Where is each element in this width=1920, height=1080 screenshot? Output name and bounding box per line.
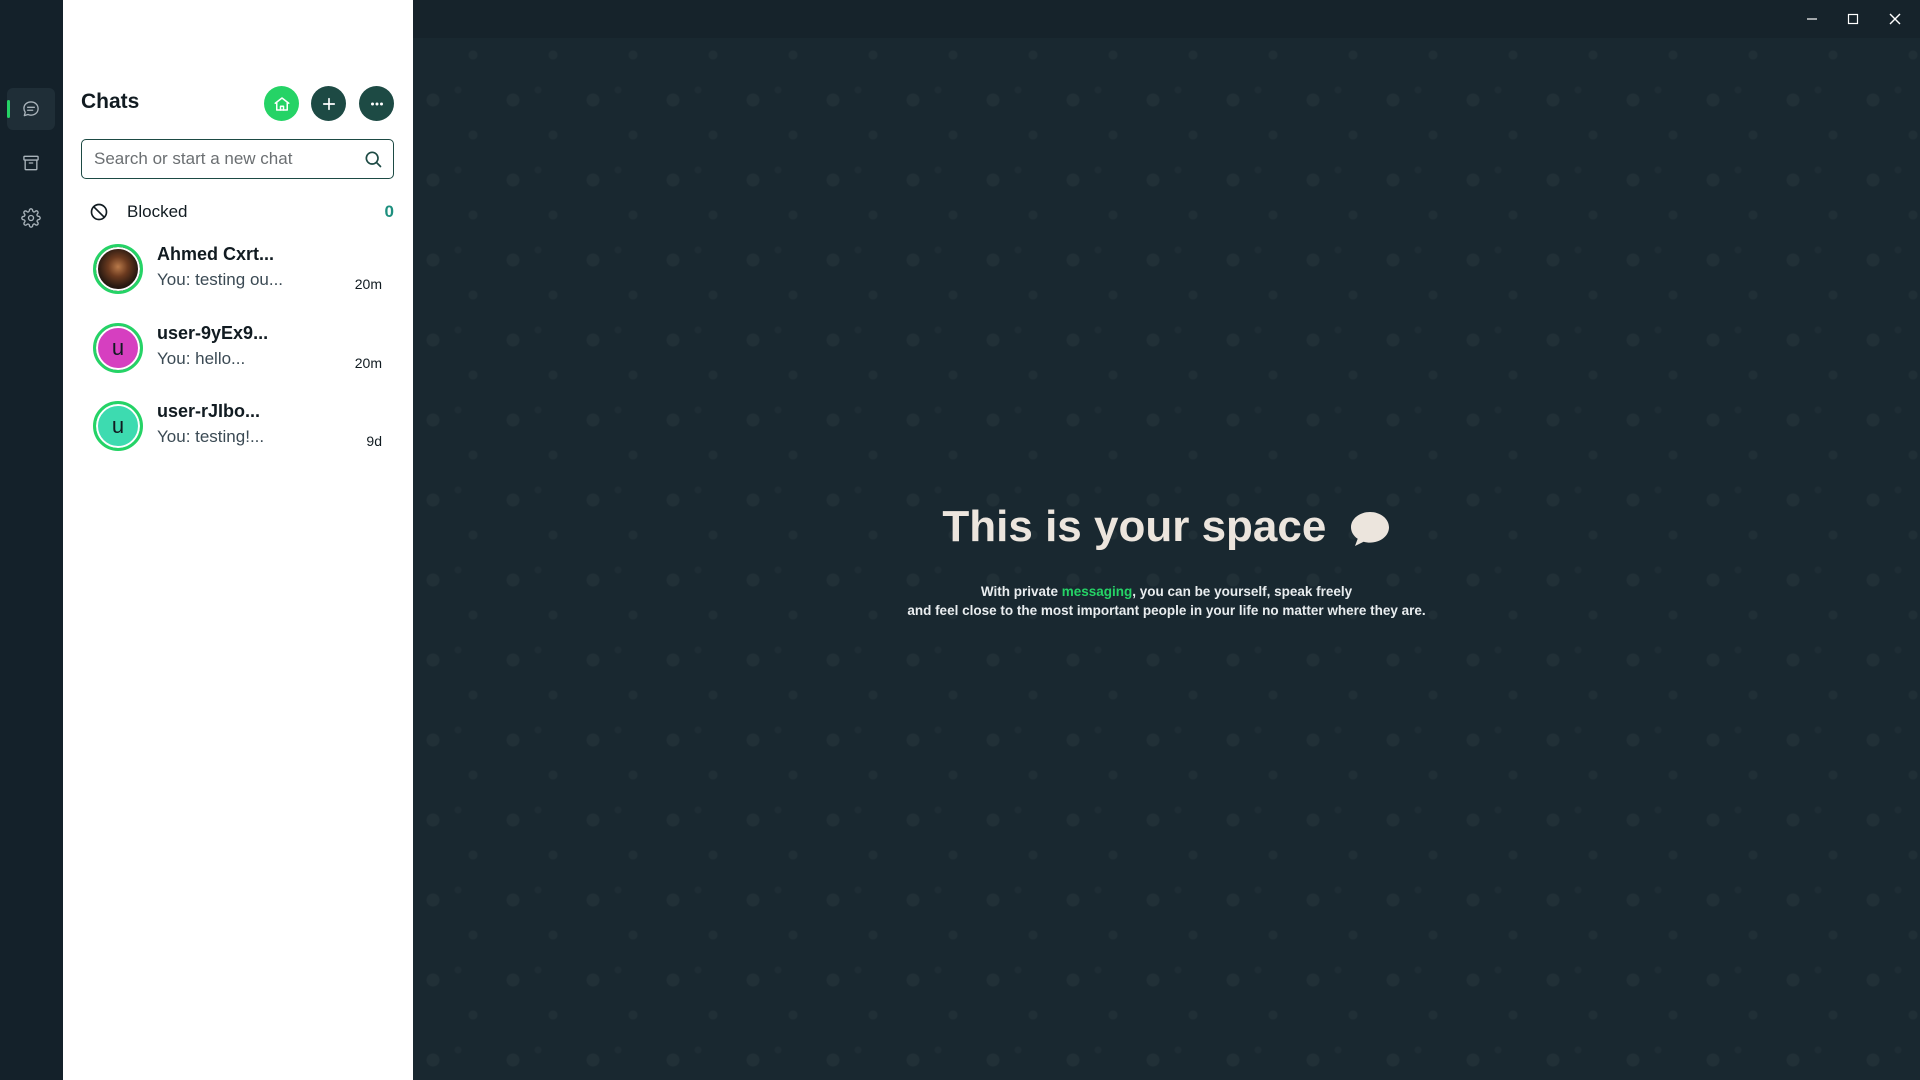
- panel-title: Chats: [81, 90, 140, 113]
- minimize-button[interactable]: [1796, 4, 1828, 34]
- blocked-row[interactable]: Blocked 0: [81, 196, 394, 228]
- blocked-count: 0: [384, 202, 394, 221]
- title-bar: [413, 0, 1920, 38]
- close-button[interactable]: [1879, 4, 1911, 34]
- nav-rail: [0, 0, 63, 1080]
- close-icon: [1889, 13, 1901, 25]
- plus-icon: [322, 97, 335, 110]
- chat-list-panel: Chats Blocked 0 Ahmed Cxrt... You: testi: [63, 0, 413, 1080]
- chat-preview: You: testing ou...: [157, 270, 284, 289]
- chat-icon: [23, 101, 39, 117]
- hero-title: This is your space: [413, 502, 1920, 552]
- speech-bubble-icon: [1350, 512, 1389, 547]
- more-options-button[interactable]: [359, 86, 394, 121]
- rail-chats-button[interactable]: [7, 88, 55, 130]
- blocked-label: Blocked: [127, 202, 188, 221]
- hero-subtitle-line2: and feel close to the most important peo…: [907, 603, 1426, 618]
- gear-icon: [21, 208, 41, 228]
- main-area: This is your space With private messagin…: [413, 0, 1920, 1080]
- hero-subtitle: With private messaging, you can be yours…: [413, 582, 1920, 620]
- avatar-letter: u: [96, 326, 140, 370]
- chat-list-item[interactable]: u user-9yEx9... You: hello... 20m: [81, 319, 394, 393]
- avatar-letter: u: [96, 404, 140, 448]
- more-horizontal-icon: [370, 102, 383, 105]
- chat-list-item[interactable]: Ahmed Cxrt... You: testing ou... 20m: [81, 240, 394, 314]
- home-button[interactable]: [264, 86, 299, 121]
- subtitle-post: , you can be yourself, speak freely: [1132, 584, 1353, 599]
- chat-list-item[interactable]: u user-rJIbo... You: testing!... 9d: [81, 397, 394, 471]
- block-icon: [90, 203, 108, 221]
- search-icon[interactable]: [363, 149, 383, 169]
- avatar: u: [93, 401, 143, 451]
- maximize-button[interactable]: [1837, 4, 1869, 34]
- home-icon: [274, 96, 289, 111]
- avatar: [93, 244, 143, 294]
- chat-time: 20m: [354, 355, 382, 371]
- new-chat-button[interactable]: [311, 86, 346, 121]
- minimize-icon: [1807, 18, 1817, 20]
- chat-name: user-9yEx9...: [157, 323, 269, 343]
- archive-icon: [23, 155, 39, 171]
- search-input[interactable]: [94, 140, 354, 177]
- chat-name: Ahmed Cxrt...: [157, 244, 275, 264]
- chat-time: 9d: [366, 433, 382, 449]
- maximize-icon: [1847, 13, 1859, 25]
- rail-archive-button[interactable]: [7, 142, 55, 184]
- chat-preview: You: testing!...: [157, 427, 265, 446]
- chat-preview: You: hello...: [157, 349, 246, 368]
- hero-subtitle-line1: With private messaging, you can be yours…: [413, 582, 1920, 601]
- rail-settings-button[interactable]: [7, 197, 55, 239]
- avatar: u: [93, 323, 143, 373]
- chat-name: user-rJIbo...: [157, 401, 261, 421]
- hero-title-text: This is your space: [942, 502, 1327, 551]
- search-box: [81, 139, 394, 179]
- chat-time: 20m: [354, 276, 382, 292]
- subtitle-accent: messaging: [1061, 584, 1133, 599]
- subtitle-pre: With private: [980, 584, 1058, 599]
